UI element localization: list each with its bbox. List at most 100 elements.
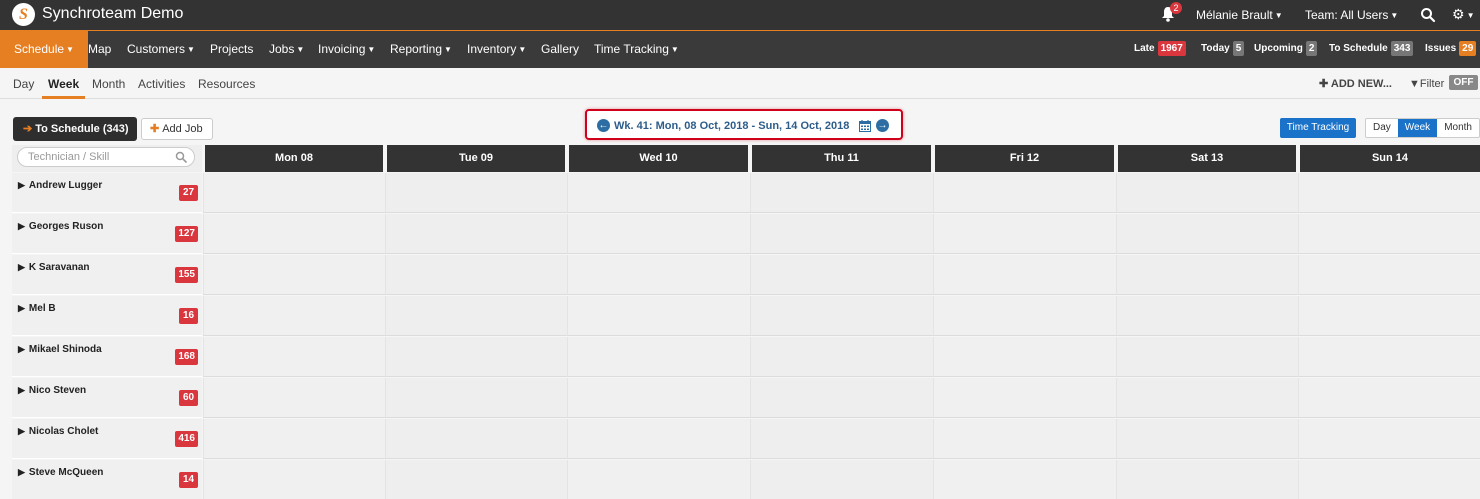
technician-search-input[interactable] — [17, 147, 195, 167]
nav-schedule[interactable]: Schedule ▼ — [0, 31, 88, 68]
nav-jobs[interactable]: Jobs ▼ — [269, 31, 304, 68]
schedule-cell[interactable] — [933, 460, 1116, 499]
schedule-cell[interactable] — [1298, 173, 1480, 213]
schedule-cell[interactable] — [1116, 296, 1298, 336]
technician-row[interactable]: ▶ Nico Steven 60 — [12, 378, 202, 418]
schedule-cell[interactable] — [567, 378, 750, 418]
stat-today[interactable]: Today 5 — [1201, 41, 1245, 57]
view-week-button[interactable]: Week — [1397, 119, 1438, 137]
technician-row[interactable]: ▶ Andrew Lugger 27 — [12, 173, 202, 213]
schedule-cell[interactable] — [750, 173, 933, 213]
schedule-cell[interactable] — [385, 173, 567, 213]
settings-gear-icon[interactable]: ⚙ ▼ — [1452, 6, 1474, 24]
technician-row[interactable]: ▶ Georges Ruson 127 — [12, 214, 202, 254]
stat-to-schedule[interactable]: To Schedule 343 — [1329, 41, 1414, 57]
schedule-cell[interactable] — [385, 296, 567, 336]
nav-projects[interactable]: Projects — [210, 31, 253, 68]
schedule-cell[interactable] — [1116, 378, 1298, 418]
schedule-cell[interactable] — [567, 296, 750, 336]
schedule-cell[interactable] — [567, 419, 750, 459]
stat-issues[interactable]: Issues 29 — [1425, 41, 1477, 57]
tab-month[interactable]: Month — [92, 76, 125, 92]
technician-row[interactable]: ▶ Nicolas Cholet 416 — [12, 419, 202, 459]
user-menu[interactable]: Mélanie Brault ▼ — [1196, 7, 1283, 24]
schedule-cell[interactable] — [933, 378, 1116, 418]
technician-row[interactable]: ▶ Mel B 16 — [12, 296, 202, 336]
nav-customers[interactable]: Customers ▼ — [127, 31, 195, 68]
filter-state-badge[interactable]: OFF — [1449, 75, 1478, 90]
day-header[interactable]: Sun 14 — [1300, 145, 1480, 172]
schedule-cell[interactable] — [385, 378, 567, 418]
technician-name[interactable]: ▶ Nicolas Cholet — [18, 425, 98, 438]
day-header[interactable]: Tue 09 — [387, 145, 565, 172]
schedule-cell[interactable] — [385, 337, 567, 377]
schedule-cell[interactable] — [567, 460, 750, 499]
schedule-cell[interactable] — [1298, 419, 1480, 459]
day-header[interactable]: Sat 13 — [1118, 145, 1296, 172]
schedule-cell[interactable] — [1298, 255, 1480, 295]
schedule-cell[interactable] — [933, 255, 1116, 295]
nav-map[interactable]: Map — [88, 31, 111, 68]
schedule-cell[interactable] — [1116, 337, 1298, 377]
add-job-button[interactable]: ✚ Add Job — [141, 118, 213, 140]
day-header[interactable]: Mon 08 — [205, 145, 383, 172]
schedule-cell[interactable] — [1116, 460, 1298, 499]
schedule-cell[interactable] — [1298, 214, 1480, 254]
add-new-button[interactable]: ✚ ADD NEW... — [1319, 76, 1392, 92]
schedule-cell[interactable] — [750, 255, 933, 295]
nav-gallery[interactable]: Gallery — [541, 31, 579, 68]
schedule-cell[interactable] — [203, 173, 385, 213]
schedule-cell[interactable] — [1298, 460, 1480, 499]
schedule-cell[interactable] — [750, 378, 933, 418]
team-menu[interactable]: Team: All Users ▼ — [1305, 7, 1398, 24]
to-schedule-button[interactable]: ➔ To Schedule (343) — [13, 117, 137, 141]
schedule-cell[interactable] — [203, 378, 385, 418]
next-week-arrow-icon[interactable]: → — [876, 119, 889, 132]
previous-week-arrow-icon[interactable]: ← — [597, 119, 610, 132]
time-tracking-button[interactable]: Time Tracking — [1280, 118, 1356, 138]
tab-week[interactable]: Week — [48, 76, 79, 92]
schedule-cell[interactable] — [203, 214, 385, 254]
schedule-cell[interactable] — [203, 296, 385, 336]
schedule-cell[interactable] — [203, 255, 385, 295]
expand-triangle-icon[interactable]: ▶ — [18, 426, 25, 436]
day-header[interactable]: Thu 11 — [752, 145, 931, 172]
schedule-cell[interactable] — [1298, 337, 1480, 377]
schedule-cell[interactable] — [933, 214, 1116, 254]
schedule-cell[interactable] — [750, 460, 933, 499]
technician-row[interactable]: ▶ K Saravanan 155 — [12, 255, 202, 295]
technician-name[interactable]: ▶ Mel B — [18, 302, 56, 315]
tab-activities[interactable]: Activities — [138, 76, 185, 92]
calendar-icon[interactable] — [859, 120, 871, 132]
schedule-cell[interactable] — [750, 214, 933, 254]
schedule-cell[interactable] — [567, 173, 750, 213]
schedule-cell[interactable] — [1298, 296, 1480, 336]
schedule-cell[interactable] — [750, 419, 933, 459]
nav-inventory[interactable]: Inventory ▼ — [467, 31, 526, 68]
schedule-cell[interactable] — [567, 214, 750, 254]
schedule-cell[interactable] — [1116, 419, 1298, 459]
nav-time-tracking[interactable]: Time Tracking ▼ — [594, 31, 679, 68]
schedule-cell[interactable] — [933, 173, 1116, 213]
schedule-cell[interactable] — [933, 419, 1116, 459]
expand-triangle-icon[interactable]: ▶ — [18, 221, 25, 231]
technician-name[interactable]: ▶ Andrew Lugger — [18, 179, 102, 192]
schedule-cell[interactable] — [567, 337, 750, 377]
expand-triangle-icon[interactable]: ▶ — [18, 262, 25, 272]
week-range-label[interactable]: Wk. 41: Mon, 08 Oct, 2018 - Sun, 14 Oct,… — [614, 120, 849, 133]
technician-name[interactable]: ▶ Georges Ruson — [18, 220, 103, 233]
schedule-cell[interactable] — [933, 296, 1116, 336]
schedule-cell[interactable] — [203, 337, 385, 377]
nav-invoicing[interactable]: Invoicing ▼ — [318, 31, 375, 68]
schedule-cell[interactable] — [750, 296, 933, 336]
app-logo[interactable]: S — [12, 3, 35, 26]
schedule-cell[interactable] — [567, 255, 750, 295]
technician-row[interactable]: ▶ Steve McQueen 14 — [12, 460, 202, 499]
technician-name[interactable]: ▶ Steve McQueen — [18, 466, 103, 479]
schedule-cell[interactable] — [1116, 255, 1298, 295]
expand-triangle-icon[interactable]: ▶ — [18, 180, 25, 190]
filter-toggle[interactable]: ▼Filter — [1409, 76, 1444, 92]
technician-name[interactable]: ▶ Mikael Shinoda — [18, 343, 102, 356]
schedule-cell[interactable] — [203, 460, 385, 499]
stat-upcoming[interactable]: Upcoming 2 — [1254, 41, 1318, 57]
